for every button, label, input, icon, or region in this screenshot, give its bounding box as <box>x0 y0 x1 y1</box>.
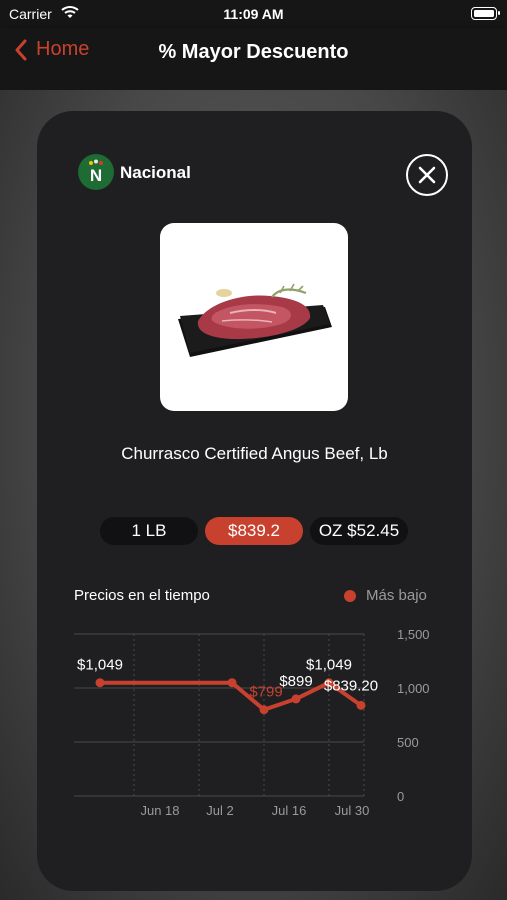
price-history-chart: 0 500 1,000 1,500 Jun 18 Jul 2 Jul 16 Jul 30 $1,… <box>74 627 430 818</box>
clock: 11:09 AM <box>223 6 284 22</box>
unit-option-lb[interactable]: 1 LB <box>100 517 198 545</box>
data-label: $1,049 <box>77 657 123 674</box>
battery-icon <box>471 7 500 20</box>
x-tick-label: Jun 18 <box>140 803 179 818</box>
data-label: $1,049 <box>306 657 352 674</box>
chart-title: Precios en el tiempo <box>74 587 210 604</box>
y-tick-label: 0 <box>397 789 404 804</box>
data-point <box>227 678 237 688</box>
x-tick-label: Jul 30 <box>335 803 370 818</box>
status-bar: Carrier 11:09 AM <box>0 0 507 28</box>
product-name: Churrasco Certified Angus Beef, Lb <box>121 444 388 463</box>
chart-legend: Más bajo <box>344 587 427 604</box>
navigation-bar: Home % Mayor Descuento <box>0 28 507 90</box>
data-label: $799 <box>249 684 282 701</box>
x-tick-label: Jul 16 <box>272 803 307 818</box>
data-label: $899 <box>279 673 312 690</box>
close-button[interactable] <box>406 154 448 196</box>
y-tick-label: 1,500 <box>397 627 430 642</box>
product-image <box>160 223 348 411</box>
ounce-price-option[interactable]: OZ $52.45 <box>310 517 408 545</box>
store-logo-letter: N <box>89 166 103 185</box>
data-point <box>95 678 105 688</box>
close-icon <box>418 166 436 184</box>
data-point <box>259 705 269 715</box>
store-logo: N <box>78 154 114 190</box>
x-tick-label: Jul 2 <box>206 803 233 818</box>
y-tick-label: 500 <box>397 735 419 750</box>
y-tick-label: 1,000 <box>397 681 430 696</box>
data-label: $839.20 <box>324 677 378 694</box>
page-title: % Mayor Descuento <box>158 41 349 63</box>
legend-label: Más bajo <box>366 587 427 604</box>
store-name: Nacional <box>120 163 191 182</box>
unit-selector: 1 LB $839.2 OZ $52.45 <box>100 517 410 545</box>
data-point <box>291 694 301 704</box>
price-badge[interactable]: $839.2 <box>205 517 303 545</box>
legend-marker <box>344 589 356 602</box>
product-detail-card: N Nacional Churrasco Certified Angus Bee… <box>37 111 472 891</box>
data-point <box>356 700 366 710</box>
